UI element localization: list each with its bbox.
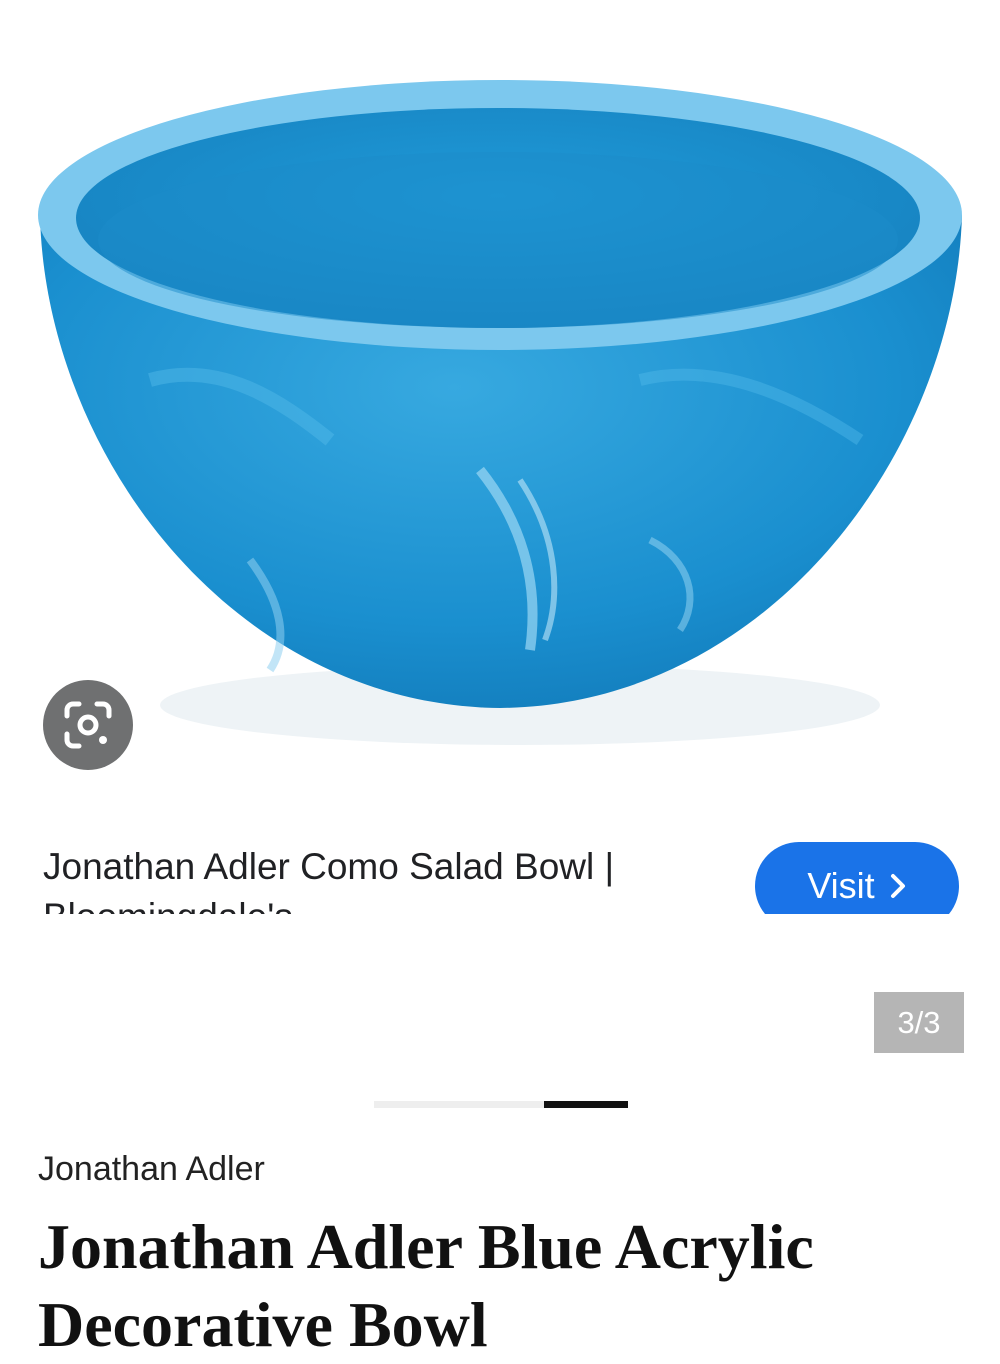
- panel-divider: [0, 914, 1000, 954]
- product-brand[interactable]: Jonathan Adler: [38, 1150, 265, 1189]
- carousel-track: [374, 1101, 544, 1108]
- result-caption[interactable]: Jonathan Adler Como Salad Bowl | Bloomin…: [43, 842, 703, 914]
- google-lens-button[interactable]: [43, 680, 133, 770]
- chevron-right-icon: [890, 874, 905, 898]
- product-title: Jonathan Adler Blue Acrylic Decorative B…: [38, 1211, 814, 1360]
- bowl-illustration: [38, 80, 962, 745]
- carousel-indicator[interactable]: [374, 1101, 628, 1108]
- carousel-active-segment: [544, 1101, 628, 1108]
- product-image[interactable]: [0, 0, 1000, 800]
- google-lens-icon: [64, 701, 112, 749]
- visit-label: Visit: [807, 865, 875, 906]
- image-counter: 3/3: [874, 992, 964, 1053]
